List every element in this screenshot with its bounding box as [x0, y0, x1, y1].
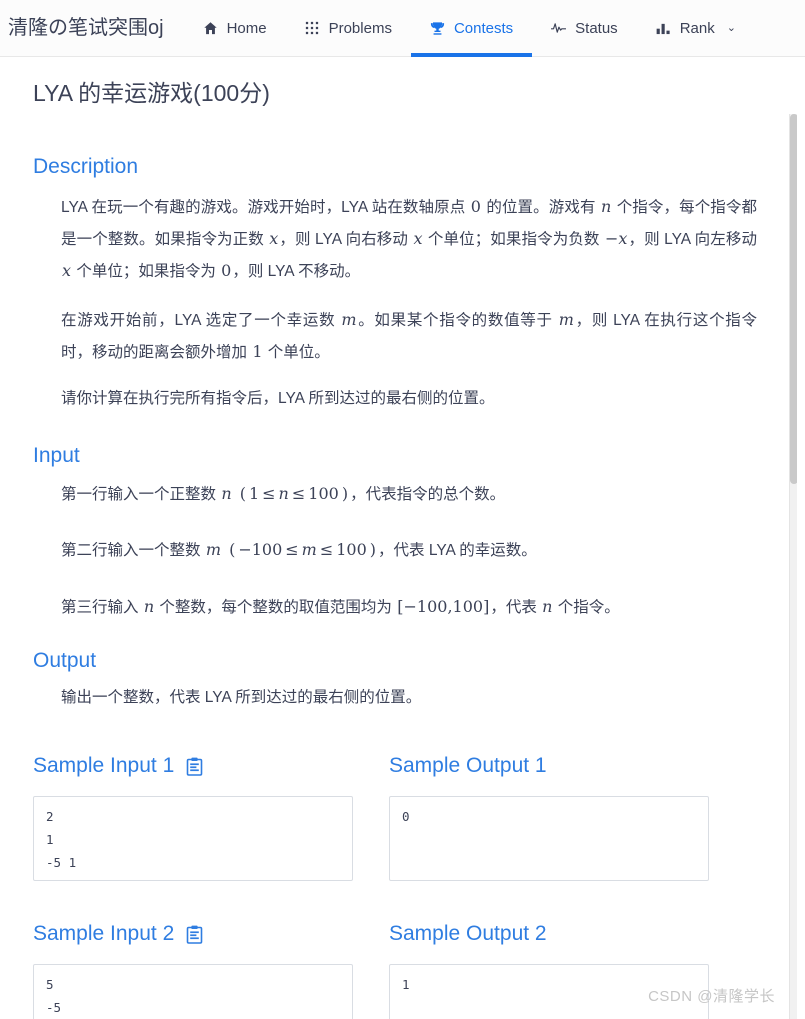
nav-menu: Home Problems Contests Status Rank ⌄: [184, 0, 755, 57]
nav-label-home: Home: [226, 19, 267, 37]
problem-page: LYA 的幸运游戏(100分) Description LYA 在玩一个有趣的游…: [0, 57, 797, 1019]
sample-output-heading-2: Sample Output 2: [389, 921, 709, 947]
math-mo: ≤: [291, 484, 306, 504]
activity-icon: [551, 21, 567, 36]
scrollbar-thumb[interactable]: [790, 114, 797, 484]
input-heading: Input: [33, 444, 80, 468]
math-mn: 0: [470, 196, 481, 216]
page-title: LYA 的幸运游戏(100分): [33, 80, 270, 106]
input-section: Input 第一行输入一个正整数 n (1 ≤ n ≤100) ，代表指令的总个数。第二…: [33, 444, 757, 623]
math-mi: n: [600, 196, 612, 216]
nav-item-status[interactable]: Status: [532, 0, 637, 57]
barchart-icon: [656, 21, 671, 36]
top-navbar: 清隆の笔试突围oj Home Problems Contests Status …: [0, 0, 805, 57]
math-mo: ≤: [262, 484, 276, 504]
math-mi: m: [205, 540, 221, 560]
sample-input-box-1[interactable]: 2 1 -5 1: [33, 796, 353, 882]
home-icon: [203, 21, 218, 36]
paragraph: LYA 在玩一个有趣的游戏。游戏开始时，LYA 站在数轴原点 0 的位置。游戏有…: [61, 196, 758, 281]
math-mi: −x: [604, 229, 628, 249]
math-mi: n: [278, 484, 289, 504]
sample-output-col-1: Sample Output 1 0: [389, 753, 709, 882]
sample-output-label-1: Sample Output 1: [389, 754, 547, 778]
math-mi: x: [413, 229, 423, 249]
math-mi: m: [558, 309, 574, 329]
math-mn: 100: [308, 484, 339, 504]
paragraph: 在游戏开始前，LYA 选定了一个幸运数 m。如果某个指令的数值等于 m，则 LY…: [61, 309, 757, 361]
paragraph: 请你计算在执行完所有指令后，LYA 所到达过的最右侧的位置。: [61, 389, 495, 407]
sample-output-box-2[interactable]: 1: [389, 964, 709, 1019]
math-mo: ): [341, 484, 349, 504]
sample-input-heading-1: Sample Input 1: [33, 753, 353, 779]
paragraph: 输出一个整数，代表 LYA 所到达过的最右侧的位置。: [61, 688, 422, 706]
vertical-scrollbar[interactable]: [789, 114, 797, 1019]
chevron-down-icon[interactable]: ⌄: [727, 22, 736, 34]
trophy-icon: [430, 21, 445, 36]
paragraph: 第三行输入 n 个整数，每个整数的取值范围均为 [−100,100]，代表 n …: [61, 596, 620, 616]
paragraph: 第一行输入一个正整数 n (1 ≤ n ≤100) ，代表指令的总个数。: [61, 484, 506, 504]
math-mo: ≤: [319, 540, 334, 560]
grid-icon: [305, 21, 320, 36]
sample-input-col-2: Sample Input 2 5 -5 -5 1 6 0 -7: [33, 921, 353, 1019]
clipboard-icon[interactable]: [186, 925, 203, 944]
sample-input-label-1: Sample Input 1: [33, 754, 175, 778]
output-paragraphs: 输出一个整数，代表 LYA 所到达过的最右侧的位置。: [33, 683, 757, 713]
math-mo: ≤: [285, 540, 299, 560]
description-section: Description LYA 在玩一个有趣的游戏。游戏开始时，LYA 站在数轴…: [33, 155, 757, 414]
math-mn: [−100,100]: [397, 596, 490, 616]
nav-label-problems: Problems: [328, 19, 392, 37]
nav-item-problems[interactable]: Problems: [286, 0, 411, 57]
nav-item-rank[interactable]: Rank ⌄: [637, 0, 755, 57]
sample-output-heading-1: Sample Output 1: [389, 753, 709, 779]
math-mi: n: [143, 596, 155, 616]
clipboard-icon[interactable]: [186, 757, 203, 776]
nav-label-rank: Rank: [679, 19, 715, 37]
math-mi: n: [542, 596, 553, 616]
math-mn: 100: [336, 540, 367, 560]
paragraph: 第二行输入一个整数 m (−100 ≤ m ≤100) ，代表 LYA 的幸运数。: [61, 540, 537, 560]
input-paragraphs: 第一行输入一个正整数 n (1 ≤ n ≤100) ，代表指令的总个数。第二行输入一个整…: [33, 478, 757, 623]
math-mn: 1: [252, 341, 263, 361]
math-mi: m: [341, 309, 357, 329]
math-mi: x: [62, 261, 72, 281]
sample-row-1: Sample Input 1 2 1 -5 1 Sample Output 1 …: [33, 753, 757, 882]
math-mn: 0: [221, 261, 232, 281]
nav-item-contests[interactable]: Contests: [410, 0, 533, 57]
problem-content: LYA 的幸运游戏(100分) Description LYA 在玩一个有趣的游…: [0, 57, 797, 1019]
math-mn: 1: [248, 484, 260, 504]
math-mi: x: [269, 229, 279, 249]
sample-input-box-2[interactable]: 5 -5 -5 1 6 0 -7: [33, 964, 353, 1019]
math-mo: ): [369, 540, 377, 560]
description-heading: Description: [33, 154, 139, 178]
site-brand[interactable]: 清隆の笔试突围oj: [4, 18, 178, 38]
sample-output-label-2: Sample Output 2: [389, 922, 547, 946]
sample-output-box-1[interactable]: 0: [389, 796, 709, 882]
math-mn: −100: [238, 540, 283, 560]
output-section: Output 输出一个整数，代表 LYA 所到达过的最右侧的位置。: [33, 649, 757, 713]
output-heading: Output: [33, 648, 97, 672]
math-mi: m: [301, 540, 317, 560]
description-paragraphs: LYA 在玩一个有趣的游戏。游戏开始时，LYA 站在数轴原点 0 的位置。游戏有…: [33, 191, 757, 414]
nav-item-home[interactable]: Home: [184, 0, 286, 57]
nav-label-status: Status: [575, 19, 618, 37]
sample-input-label-2: Sample Input 2: [33, 922, 175, 946]
sample-output-col-2: Sample Output 2 1: [389, 921, 709, 1019]
math-mo: (: [223, 540, 236, 560]
math-mi: n: [221, 484, 232, 504]
math-mo: (: [234, 484, 246, 504]
nav-label-contests: Contests: [453, 19, 514, 37]
sample-row-2: Sample Input 2 5 -5 -5 1 6 0 -7: [33, 921, 757, 1019]
sample-input-heading-2: Sample Input 2: [33, 921, 353, 947]
sample-input-col-1: Sample Input 1 2 1 -5 1: [33, 753, 353, 882]
